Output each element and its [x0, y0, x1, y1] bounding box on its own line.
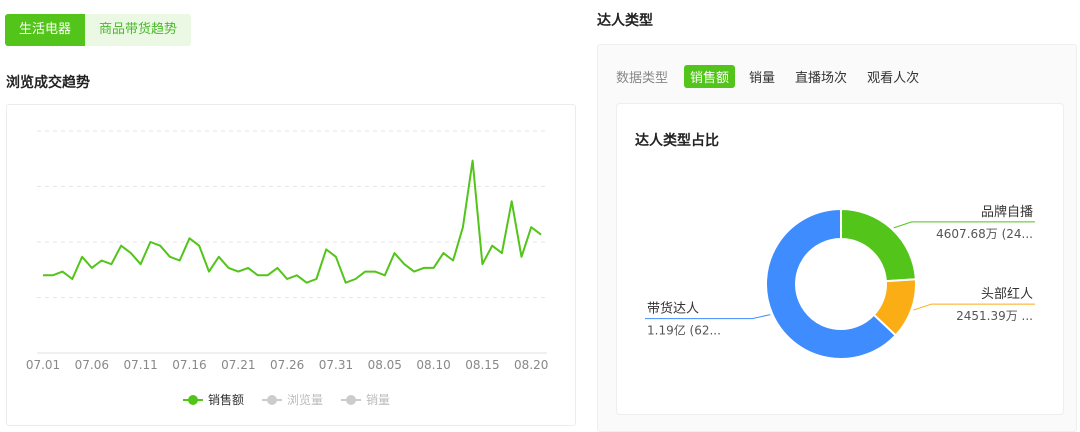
metric-tab-live-sessions[interactable]: 直播场次	[789, 65, 853, 88]
legend-volume-marker	[341, 394, 362, 405]
category-tabs: 生活电器 商品带货趋势	[5, 14, 192, 46]
tab-product-trend[interactable]: 商品带货趋势	[85, 14, 192, 46]
legend-views[interactable]: 浏览量	[262, 391, 323, 408]
donut-slice-name: 品牌自播	[981, 204, 1033, 220]
metric-tab-viewers[interactable]: 观看人次	[861, 65, 925, 88]
x-tick-label: 07.21	[221, 358, 255, 372]
donut-chart-card: 品牌自播 4607.68万 (24... 头部红人 2451.39万 ... 带货达人 1…	[616, 103, 1064, 415]
x-tick-label: 08.15	[465, 358, 499, 372]
x-tick-label: 07.16	[172, 358, 206, 372]
series-line-sales	[43, 159, 542, 284]
legend-views-marker	[262, 394, 283, 405]
tab-life-appliance[interactable]: 生活电器	[5, 14, 86, 46]
x-tick-label: 07.26	[270, 358, 304, 372]
metric-tab-volume[interactable]: 销量	[743, 65, 781, 88]
talent-type-panel: 数据类型 销售额 销量 直播场次 观看人次 品牌自播 4607.68万 (24..…	[597, 44, 1077, 432]
legend-volume-label: 销量	[366, 393, 391, 407]
metric-type-label: 数据类型	[616, 71, 669, 86]
donut-title: 达人类型占比	[635, 133, 719, 149]
legend-sales[interactable]: 销售额	[183, 391, 244, 408]
trend-title: 浏览成交趋势	[6, 75, 90, 91]
x-tick-label: 08.10	[416, 358, 450, 372]
legend-volume[interactable]: 销量	[341, 391, 390, 408]
legend-sales-marker	[183, 394, 203, 405]
x-tick-label: 07.06	[75, 358, 109, 372]
donut-slice-name: 带货达人	[647, 301, 699, 317]
donut-slice-value: 1.19亿 (62...	[647, 323, 721, 338]
x-tick-label: 07.31	[319, 358, 353, 372]
x-tick-label: 07.11	[123, 358, 157, 372]
metric-tabs: 数据类型 销售额 销量 直播场次 观看人次	[616, 65, 925, 88]
donut-slice[interactable]	[840, 207, 917, 283]
talent-donut-chart: 品牌自播 4607.68万 (24... 头部红人 2451.39万 ... 带货达人 1…	[645, 204, 1035, 360]
donut-slice-name: 头部红人	[981, 286, 1033, 302]
trend-line-chart: 07.01 07.06 07.11 07.16 07.21 07.26 07.31 08.05…	[26, 130, 548, 372]
x-tick-label: 08.05	[368, 358, 402, 372]
x-tick-label: 07.01	[26, 358, 60, 372]
talent-type-title: 达人类型	[597, 13, 653, 29]
legend-views-label: 浏览量	[287, 393, 324, 407]
trend-legend: 销售额 浏览量 销量	[183, 391, 390, 408]
metric-tab-sales[interactable]: 销售额	[684, 65, 736, 88]
x-tick-label: 08.20	[514, 358, 548, 372]
donut-slice-value: 2451.39万 ...	[956, 309, 1033, 323]
legend-sales-label: 销售额	[208, 393, 245, 407]
trend-chart-card: 07.01 07.06 07.11 07.16 07.21 07.26 07.31 08.05…	[6, 104, 576, 426]
donut-slice-value: 4607.68万 (24...	[936, 227, 1033, 241]
